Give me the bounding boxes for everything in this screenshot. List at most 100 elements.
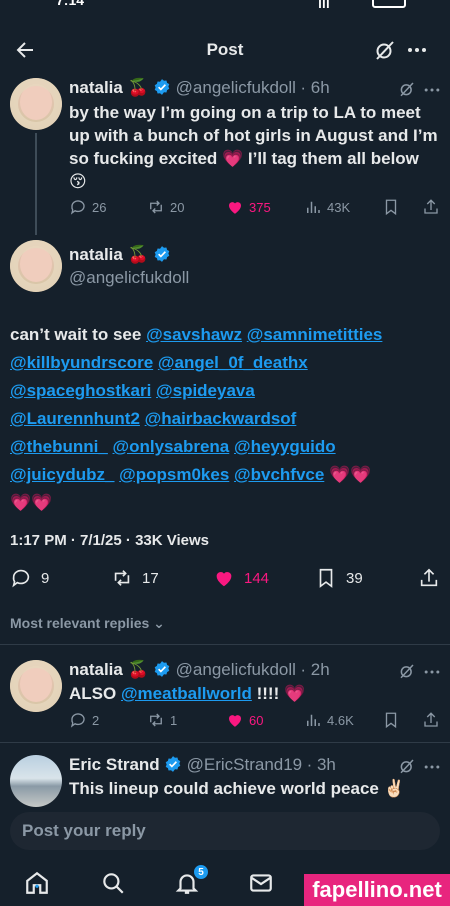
chevron-down-icon: ⌄: [153, 615, 165, 631]
author-row: natalia 🍒: [69, 245, 171, 265]
avatar[interactable]: [10, 660, 62, 712]
mention-link[interactable]: @heyyguido: [234, 437, 336, 456]
more-options-icon[interactable]: [422, 662, 442, 682]
share-icon[interactable]: [422, 198, 440, 216]
reply-text: ALSO @meatballworld !!!! 💗: [69, 682, 305, 705]
share-icon[interactable]: [418, 567, 440, 589]
mention-link[interactable]: @bvchfvce: [234, 465, 324, 484]
author-name[interactable]: natalia 🍒: [69, 78, 149, 97]
reply-count: 2: [92, 712, 100, 728]
reply-action[interactable]: 2: [69, 711, 99, 729]
like-action[interactable]: 144: [213, 567, 269, 589]
post-header: natalia 🍒 @angelicfukdoll · 6h: [69, 78, 419, 98]
author-name[interactable]: Eric Strand: [69, 755, 160, 774]
mention-link[interactable]: @popsm0kes: [119, 465, 229, 484]
home-icon[interactable]: [24, 870, 50, 896]
reply-composer[interactable]: Post your reply: [10, 812, 440, 850]
author-name[interactable]: natalia 🍒: [69, 660, 149, 679]
bookmark-icon[interactable]: [382, 711, 400, 729]
status-time: 7:14: [56, 0, 85, 8]
status-bar: 7:14 |||: [0, 0, 450, 12]
more-options-icon[interactable]: [422, 80, 442, 100]
mention-link[interactable]: @spideyava: [156, 381, 255, 400]
reply-icon: [70, 713, 85, 728]
mention-link[interactable]: @savshawz: [146, 325, 242, 344]
bookmark-count: 39: [346, 569, 363, 587]
views-action[interactable]: 43K: [304, 198, 350, 216]
views-count: 4.6K: [327, 712, 354, 728]
like-action[interactable]: 60: [226, 711, 263, 729]
views-action[interactable]: 4.6K: [304, 711, 354, 729]
heart-emoji: 💗💗: [10, 493, 53, 512]
grok-icon[interactable]: [398, 662, 416, 680]
notification-badge: 5: [193, 864, 209, 880]
repost-icon: [150, 713, 162, 727]
views-label: Views: [166, 532, 210, 549]
more-options-icon[interactable]: [405, 38, 429, 62]
bookmark-icon[interactable]: [382, 198, 400, 216]
more-options-icon[interactable]: [422, 757, 442, 777]
reply-text: This lineup could achieve world peace ✌🏻: [69, 779, 405, 798]
post-time: · 2h: [300, 660, 330, 679]
watermark: fapellino.net: [304, 874, 450, 906]
heart-filled-icon: [229, 715, 241, 727]
author-handle[interactable]: @EricStrand19: [187, 755, 303, 774]
reply-action[interactable]: 9: [10, 567, 49, 589]
post-time: · 6h: [300, 78, 330, 97]
views-chart-icon: [307, 201, 320, 213]
bookmark-action[interactable]: 39: [315, 567, 363, 589]
views-count: 43K: [327, 199, 351, 215]
repost-action[interactable]: 20: [147, 198, 184, 216]
mention-link[interactable]: @onlysabrena: [113, 437, 230, 456]
mention-link[interactable]: @angel_0f_deathx: [158, 353, 308, 372]
author-name[interactable]: natalia 🍒: [69, 245, 149, 264]
mention-link[interactable]: @samnimetitties: [247, 325, 383, 344]
avatar[interactable]: [10, 78, 62, 130]
mention-link[interactable]: @killbyundrscore: [10, 353, 153, 372]
repost-action[interactable]: 17: [111, 567, 159, 589]
post-timestamp: 1:17 PM · 7/1/25 · 33K Views: [10, 532, 209, 549]
post-text-intro: can’t wait to see: [10, 325, 142, 344]
post-text: by the way I’m going on a trip to LA to …: [69, 103, 438, 191]
grok-icon[interactable]: [398, 80, 416, 98]
mention-link[interactable]: @Laurennhunt2: [10, 409, 140, 428]
reply-count: 26: [92, 199, 107, 215]
avatar[interactable]: [10, 240, 62, 292]
mail-icon[interactable]: [248, 870, 274, 896]
avatar[interactable]: [10, 755, 62, 807]
author-handle[interactable]: @angelicfukdoll: [69, 268, 189, 288]
repost-count: 17: [142, 569, 159, 587]
mention-link[interactable]: @juicydubz_: [10, 465, 114, 484]
grok-icon[interactable]: [373, 38, 397, 62]
search-icon[interactable]: [100, 870, 126, 896]
replies-filter[interactable]: Most relevant replies ⌄: [10, 615, 165, 632]
post-time: · 3h: [306, 755, 336, 774]
author-handle[interactable]: @angelicfukdoll: [176, 660, 296, 679]
divider: [0, 742, 450, 743]
main-post-text: can’t wait to see @savshawz @samnimetitt…: [10, 321, 440, 517]
mention-link[interactable]: @meatballworld: [121, 684, 252, 703]
reply-text-outro: !!!! 💗: [256, 684, 306, 703]
repost-icon: [150, 200, 162, 214]
divider: [0, 644, 450, 645]
repost-count: 1: [170, 712, 178, 728]
reply-action[interactable]: 26: [69, 198, 106, 216]
repost-action[interactable]: 1: [147, 711, 177, 729]
replies-filter-label: Most relevant replies: [10, 615, 150, 631]
heart-filled-icon: [229, 202, 241, 214]
mention-link[interactable]: @spaceghostkari: [10, 381, 151, 400]
header: Post: [0, 30, 450, 70]
like-count: 60: [249, 712, 264, 728]
signal-icon: |||: [318, 0, 330, 8]
like-count: 375: [249, 199, 271, 215]
reply-icon: [70, 200, 85, 215]
verified-badge-icon: [165, 756, 181, 772]
like-count: 144: [244, 569, 270, 587]
share-icon[interactable]: [422, 711, 440, 729]
grok-icon[interactable]: [398, 757, 416, 775]
mention-link[interactable]: @hairbackwardsof: [145, 409, 297, 428]
mention-link[interactable]: @thebunni_: [10, 437, 108, 456]
like-action[interactable]: 375: [226, 198, 271, 216]
author-handle[interactable]: @angelicfukdoll: [176, 78, 296, 97]
verified-badge-icon: [154, 661, 170, 677]
